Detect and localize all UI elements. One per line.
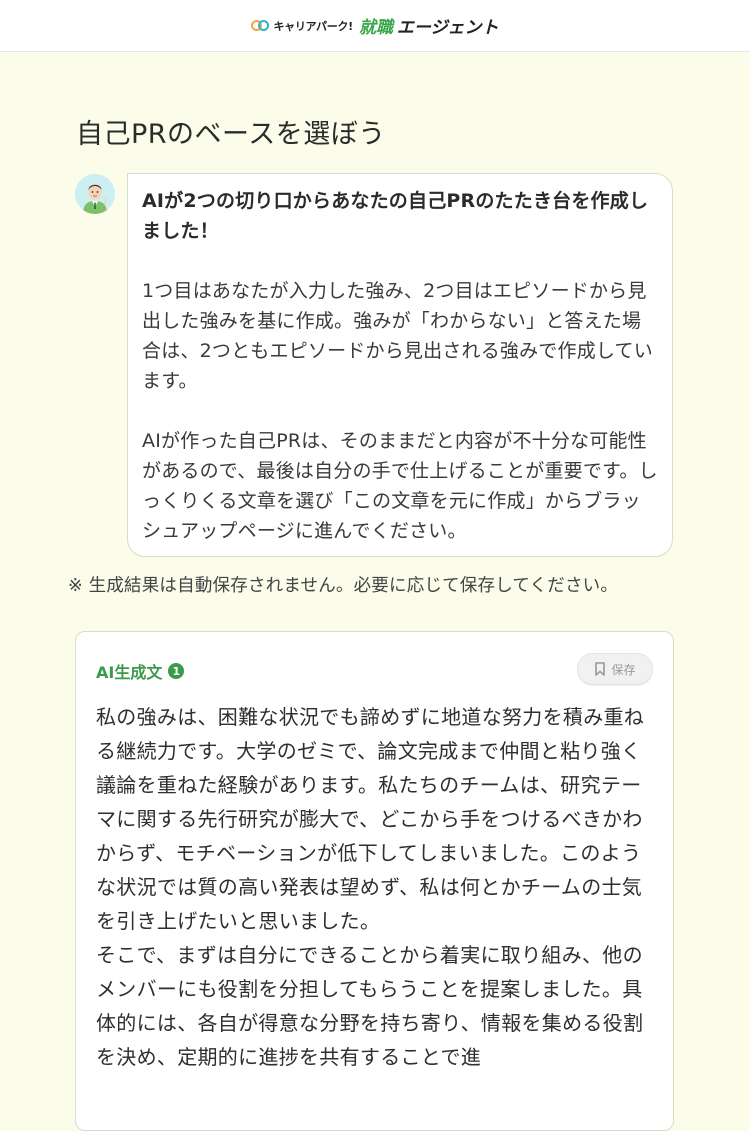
logo-dark-text: エージェント [396,18,499,38]
advisor-avatar-icon [75,174,115,214]
autosave-notice: ※ 生成結果は自動保存されません。必要に応じて保存してください。 [68,576,619,596]
save-button-label: 保存 [611,662,636,677]
card-number-badge: 1 [168,663,185,679]
page-title: 自己PRのベースを選ぼう [76,119,386,150]
ai-generated-card: AI生成文 1 保存 私の強みは、困難な状況でも諦めずに地道な努力を積み重ねる継… [75,631,674,1131]
generated-text: 私の強みは、困難な状況でも諦めずに地道な努力を積み重ねる継続力です。大学のゼミで… [96,700,656,1074]
logo-green-text: 就職 [358,18,393,38]
advisor-message-bubble: AIが2つの切り口からあなたの自己PRのたたき台を作成しました！ 1つ目はあなた… [127,173,673,557]
save-button[interactable]: 保存 [577,653,653,685]
message-lead: AIが2つの切り口からあなたの自己PRのたたき台を作成しました！ [142,190,649,242]
card-label: AI生成文 [96,663,163,682]
bookmark-icon [595,662,606,676]
message-paragraph-1: 1つ目はあなたが入力した強み、2つ目はエピソードから見出した強みを基に作成。強み… [142,280,653,392]
app-header: キャリアパーク! 就職 エージェント [0,0,750,52]
logo-mark-icon [251,19,270,32]
site-logo[interactable]: キャリアパーク! 就職 エージェント [251,13,499,38]
generated-paragraph-1: 私の強みは、困難な状況でも諦めずに地道な努力を積み重ねる継続力です。大学のゼミで… [96,705,645,933]
message-paragraph-2: AIが作った自己PRは、そのままだと内容が不十分な可能性があるので、最後は自分の… [142,430,658,542]
generated-paragraph-2: そこで、まずは自分にできることから着実に取り組み、他のメンバーにも役割を分担して… [96,943,644,1069]
card-header: AI生成文 1 [96,659,185,683]
logo-brand-text: キャリアパーク! [273,19,353,33]
